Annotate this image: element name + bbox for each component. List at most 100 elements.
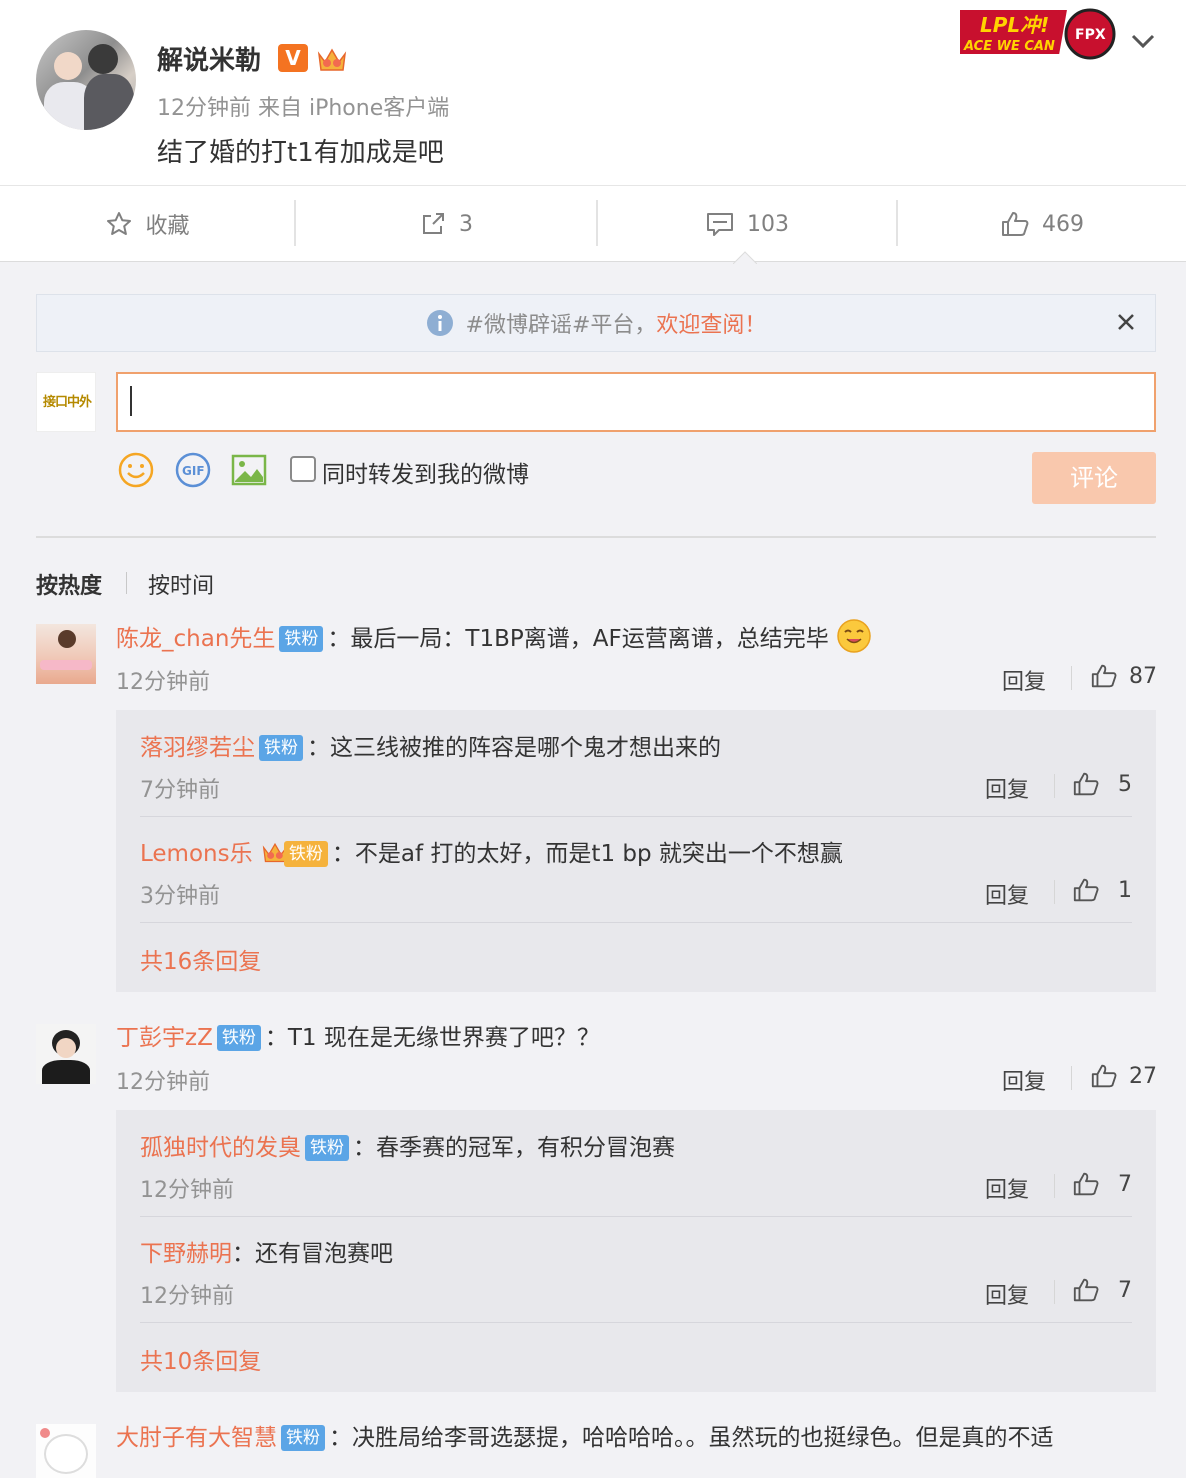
reply-like-count: 5 [1118, 772, 1132, 797]
notice-link[interactable]: 欢迎查阅！ [656, 307, 766, 339]
divider [36, 536, 1156, 538]
fan-badge[interactable]: 铁粉 [259, 735, 303, 761]
fan-badge[interactable]: 铁粉 [281, 1425, 325, 1451]
notice-topic[interactable]: #微博辟谣#平台， [466, 307, 657, 339]
comment-avatar[interactable] [36, 1424, 96, 1478]
close-icon[interactable] [1115, 311, 1137, 333]
author-avatar[interactable] [36, 30, 136, 130]
info-icon [426, 310, 453, 336]
post-card: 解说米勒 V 12分钟前 来自 iPhone客户端 结了婚的打t1有加成是吧 L… [0, 0, 1186, 186]
yummy-emoji-icon [837, 619, 871, 653]
fan-badge[interactable]: 铁粉 [279, 626, 324, 652]
reply-button[interactable]: 回复 [1002, 664, 1046, 696]
reply-like-count: 1 [1118, 878, 1132, 903]
reply-like-count: 7 [1118, 1278, 1132, 1303]
comment-username[interactable]: 陈龙_chan先生 [116, 626, 275, 652]
thumbs-up-icon[interactable] [1072, 770, 1100, 798]
reply-body: 孤独时代的发臭 铁粉 ：春季赛的冠军，有积分冒泡赛 [140, 1128, 675, 1162]
image-icon[interactable] [230, 451, 268, 489]
post-author[interactable]: 解说米勒 [157, 40, 261, 77]
favorite-button[interactable]: 收藏 [0, 186, 295, 262]
notice-banner: #微博辟谣#平台， 欢迎查阅！ [36, 294, 1156, 352]
reply-time: 3分钟前 [140, 884, 220, 909]
comment-time: 12分钟前 [116, 670, 210, 695]
reply-list: 孤独时代的发臭 铁粉 ：春季赛的冠军，有积分冒泡赛 12分钟前 回复 7 下野赫明：… [116, 1110, 1156, 1392]
fan-badge[interactable]: 铁粉 [283, 841, 328, 867]
comment-text: ：最后一局：T1BP离谱，AF运营离谱，总结完毕 [327, 626, 829, 652]
like-button[interactable]: 469 [898, 186, 1186, 262]
favorite-label: 收藏 [145, 214, 190, 239]
chevron-down-icon[interactable] [1128, 28, 1158, 52]
reply-username[interactable]: 孤独时代的发臭 [140, 1135, 301, 1161]
event-logo-team: FPX [1075, 27, 1106, 43]
reply-text: ：还有冒泡赛吧 [232, 1241, 393, 1267]
sort-separator [126, 572, 127, 594]
star-icon [107, 212, 132, 235]
reply-button[interactable]: 回复 [985, 772, 1029, 804]
reply-button[interactable]: 回复 [985, 1172, 1029, 1204]
text-cursor [130, 386, 132, 416]
thumbs-up-icon[interactable] [1072, 1170, 1100, 1198]
reply-body: Lemons乐 铁粉 ：不是af 打的太好，而是t1 bp 就突出一个不想赢 [140, 834, 843, 868]
reply-username[interactable]: 下野赫明 [140, 1241, 232, 1267]
post-text: 结了婚的打t1有加成是吧 [157, 138, 444, 168]
tab-sort-hot[interactable]: 按热度 [36, 568, 102, 600]
emoji-icon[interactable] [117, 451, 155, 489]
thumbs-up-icon [1002, 212, 1029, 236]
reply-button[interactable]: 回复 [1002, 1064, 1046, 1096]
tab-sort-time[interactable]: 按时间 [148, 568, 214, 600]
repost-checkbox-label[interactable]: 同时转发到我的微博 [322, 455, 529, 489]
more-replies-link[interactable]: 共16条回复 [140, 942, 261, 976]
post-action-bar: 收藏 3 103 469 [0, 186, 1186, 262]
verified-icon: V [278, 44, 308, 72]
active-tab-caret [733, 251, 757, 264]
thumbs-up-icon[interactable] [1072, 1276, 1100, 1304]
fan-badge[interactable]: 铁粉 [305, 1135, 349, 1161]
comment-input[interactable] [116, 372, 1156, 432]
comment-icon [707, 213, 733, 236]
comment-body: 丁彭宇zZ 铁粉 ：T1 现在是无缘世界赛了吧？？ [116, 1018, 600, 1052]
comment-body: 陈龙_chan先生 铁粉 ：最后一局：T1BP离谱，AF运营离谱，总结完毕 [116, 618, 872, 654]
reply-body: 落羽缪若尘 铁粉 ：这三线被推的阵容是哪个鬼才想出来的 [140, 728, 721, 762]
reply-button[interactable]: 回复 [985, 1278, 1029, 1310]
comment-text: ：决胜局给李哥选瑟提，哈哈哈哈。。虽然玩的也挺绿色。但是真的不适 [329, 1425, 1054, 1451]
lpl-event-logo[interactable]: LPL冲! ACE WE CAN FPX [960, 4, 1120, 60]
my-avatar[interactable]: 接口中外 [36, 372, 96, 432]
gif-label: GIF [182, 464, 205, 478]
reply-time: 7分钟前 [140, 778, 220, 803]
fan-badge[interactable]: 铁粉 [216, 1025, 261, 1051]
thumbs-up-icon[interactable] [1072, 876, 1100, 904]
comment-text: ：T1 现在是无缘世界赛了吧？？ [264, 1025, 600, 1051]
submit-comment-button[interactable]: 评论 [1032, 452, 1156, 504]
comment-avatar[interactable] [36, 624, 96, 684]
comment-username[interactable]: 丁彭宇zZ [116, 1025, 213, 1051]
more-replies-link[interactable]: 共10条回复 [140, 1342, 261, 1376]
reply-text: ：不是af 打的太好，而是t1 bp 就突出一个不想赢 [331, 841, 843, 867]
repost-count: 3 [459, 211, 473, 237]
vip-crown-icon [317, 48, 347, 71]
reply-username[interactable]: Lemons乐 [140, 841, 253, 867]
repost-checkbox[interactable] [290, 456, 316, 482]
thumbs-up-icon[interactable] [1090, 1062, 1118, 1090]
my-avatar-text: 接口中外 [42, 395, 92, 410]
comment-like-count: 27 [1129, 1064, 1157, 1089]
comment-time: 12分钟前 [116, 1070, 210, 1095]
repost-button[interactable]: 3 [296, 186, 596, 262]
comment-avatar[interactable] [36, 1024, 96, 1084]
reply-like-count: 7 [1118, 1172, 1132, 1197]
comment-body: 大肘子有大智慧 铁粉 ：决胜局给李哥选瑟提，哈哈哈哈。。虽然玩的也挺绿色。但是真的不… [116, 1418, 1054, 1452]
comment-like-count: 87 [1129, 664, 1157, 689]
reply-text: ：春季赛的冠军，有积分冒泡赛 [353, 1135, 675, 1161]
post-meta: 12分钟前 来自 iPhone客户端 [157, 96, 450, 121]
reply-button[interactable]: 回复 [985, 878, 1029, 910]
event-logo-title: LPL冲! [980, 13, 1049, 37]
comment-username[interactable]: 大肘子有大智慧 [116, 1425, 277, 1451]
reply-username[interactable]: 落羽缪若尘 [140, 735, 255, 761]
share-icon [423, 213, 444, 234]
event-logo-sub: ACE WE CAN [963, 39, 1055, 54]
reply-text: ：这三线被推的阵容是哪个鬼才想出来的 [307, 735, 721, 761]
thumbs-up-icon[interactable] [1090, 662, 1118, 690]
gif-icon[interactable]: GIF [174, 451, 212, 489]
reply-time: 12分钟前 [140, 1178, 234, 1203]
reply-body: 下野赫明：还有冒泡赛吧 [140, 1234, 393, 1268]
